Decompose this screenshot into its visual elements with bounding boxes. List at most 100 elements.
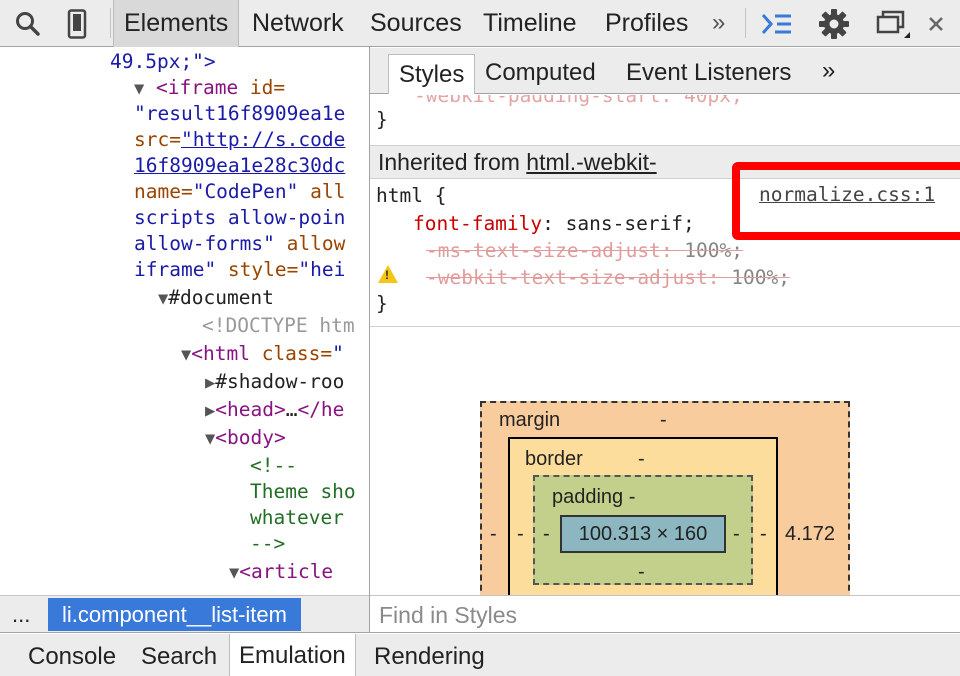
more-sidebar-tabs-chevron-icon[interactable]: » bbox=[822, 48, 835, 94]
attr-name: allow bbox=[274, 232, 346, 255]
tab-profiles[interactable]: Profiles bbox=[605, 0, 688, 47]
box-model-content[interactable]: 100.313 × 160 bbox=[560, 515, 726, 553]
tab-console[interactable]: Console bbox=[28, 634, 116, 676]
drawer-tabs: Console Search Emulation Rendering bbox=[0, 634, 960, 676]
tab-search[interactable]: Search bbox=[141, 634, 217, 676]
border-right-value[interactable]: - bbox=[760, 523, 767, 546]
tab-computed[interactable]: Computed bbox=[485, 48, 596, 94]
property-name[interactable]: font-family bbox=[413, 212, 542, 235]
gear-icon[interactable] bbox=[816, 0, 852, 47]
style-property[interactable]: -webkit-padding-start: 40px; bbox=[414, 95, 743, 109]
dom-line[interactable]: ▼ <iframe id= bbox=[134, 75, 285, 101]
comment-text: whatever bbox=[250, 506, 344, 529]
margin-label: margin bbox=[499, 409, 561, 431]
tag-name: <head> bbox=[215, 398, 286, 421]
padding-bottom-value[interactable]: - bbox=[638, 561, 645, 584]
tab-styles[interactable]: Styles bbox=[388, 54, 476, 94]
dom-line[interactable]: ▼<html class=" bbox=[181, 341, 344, 367]
dom-line[interactable]: name="CodePen" all bbox=[134, 179, 345, 205]
dom-tree: 49.5px;"> ▼ <iframe id= "result16f8909ea… bbox=[0, 48, 369, 595]
dom-line[interactable]: 49.5px;"> bbox=[110, 49, 216, 75]
dom-line[interactable]: allow-forms" allow bbox=[134, 231, 345, 257]
tab-network[interactable]: Network bbox=[252, 0, 344, 47]
property-value[interactable]: 100%; bbox=[684, 239, 743, 262]
margin-top-value[interactable]: - bbox=[660, 409, 667, 432]
more-tabs-chevron-icon[interactable]: » bbox=[712, 0, 725, 47]
search-icon[interactable] bbox=[12, 0, 44, 47]
dom-line[interactable]: src="http://s.code bbox=[134, 127, 345, 153]
dom-line[interactable]: Theme sho bbox=[250, 479, 356, 505]
dom-line[interactable]: ▶<head>…</he bbox=[205, 397, 344, 423]
dom-line[interactable]: ▶#shadow-roo bbox=[205, 369, 344, 395]
property-value[interactable]: 100%; bbox=[731, 266, 790, 289]
border-top-value[interactable]: - bbox=[638, 448, 645, 471]
tab-event-listeners[interactable]: Event Listeners bbox=[626, 48, 791, 94]
attr-value: "CodePen" bbox=[192, 180, 299, 203]
attr-name: style= bbox=[216, 258, 299, 281]
dom-line[interactable]: 16f8909ea1e28c30dc bbox=[134, 153, 345, 179]
breadcrumb-selected-item[interactable]: li.component__list-item bbox=[48, 598, 301, 631]
divider bbox=[370, 326, 960, 327]
dom-line[interactable]: <!DOCTYPE htm bbox=[202, 313, 355, 339]
collapsed-triangle-icon[interactable]: ▶ bbox=[205, 373, 215, 393]
close-icon[interactable] bbox=[925, 0, 947, 47]
border-left-value[interactable]: - bbox=[517, 523, 524, 546]
dom-line[interactable]: ▼<body> bbox=[205, 425, 286, 451]
tag-name: <article bbox=[239, 560, 334, 583]
attr-name: id= bbox=[238, 76, 286, 99]
src-link[interactable]: "http://s.code bbox=[181, 128, 345, 151]
padding-right-value[interactable]: - bbox=[733, 523, 740, 546]
tab-timeline[interactable]: Timeline bbox=[483, 0, 577, 47]
dom-line[interactable]: <!-- bbox=[250, 453, 297, 479]
tab-rendering[interactable]: Rendering bbox=[374, 634, 485, 676]
attr-value: iframe" bbox=[134, 258, 217, 281]
attr-name: name= bbox=[134, 180, 193, 203]
dom-line[interactable]: ▼<article bbox=[229, 559, 333, 585]
expand-triangle-icon[interactable]: ▼ bbox=[158, 289, 168, 309]
src-link[interactable]: 16f8909ea1e28c30dc bbox=[134, 154, 345, 177]
expand-triangle-icon[interactable]: ▼ bbox=[229, 563, 239, 583]
inherited-link[interactable]: html.-webkit- bbox=[526, 149, 656, 175]
breadcrumb-more[interactable]: ... bbox=[12, 596, 30, 634]
expand-triangle-icon[interactable]: ▼ bbox=[134, 79, 144, 99]
rule-close-brace: } bbox=[376, 292, 388, 315]
attr-name: class= bbox=[249, 342, 333, 365]
attr-name: all bbox=[298, 180, 346, 203]
doctype-text: <!DOCTYPE htm bbox=[202, 314, 355, 337]
attr-value: scripts allow-poin bbox=[134, 206, 346, 229]
dom-line[interactable]: --> bbox=[250, 531, 285, 557]
dock-icon[interactable] bbox=[872, 0, 912, 47]
node-text: #document bbox=[168, 286, 274, 309]
property-value[interactable]: sans-serif; bbox=[566, 212, 695, 235]
dom-line[interactable]: scripts allow-poin bbox=[134, 205, 345, 231]
dom-line[interactable]: iframe" style="hei bbox=[134, 257, 345, 283]
expand-triangle-icon[interactable]: ▼ bbox=[181, 345, 191, 365]
attr-name: src= bbox=[134, 128, 181, 151]
margin-right-value[interactable]: 4.172 bbox=[785, 523, 835, 546]
style-property-overridden[interactable]: -webkit-text-size-adjust: 100%; bbox=[426, 265, 790, 291]
property-name[interactable]: -ms-text-size-adjust bbox=[426, 239, 661, 262]
device-mode-icon[interactable] bbox=[64, 0, 90, 47]
border-label: border bbox=[525, 448, 583, 470]
property-name[interactable]: -webkit-text-size-adjust bbox=[426, 266, 708, 289]
attr-value: allow-forms" bbox=[134, 232, 275, 255]
dom-line[interactable]: ▼#document bbox=[158, 285, 274, 311]
tag-name: <html bbox=[191, 342, 250, 365]
tag-name: </he bbox=[297, 398, 345, 421]
tab-sources[interactable]: Sources bbox=[370, 0, 462, 47]
margin-left-value[interactable]: - bbox=[490, 523, 497, 546]
padding-left-value[interactable]: - bbox=[543, 523, 550, 546]
tab-elements[interactable]: Elements bbox=[113, 0, 240, 47]
find-in-styles-input[interactable]: Find in Styles bbox=[370, 595, 960, 633]
dom-line[interactable]: whatever bbox=[250, 505, 344, 531]
highlight-annotation-box bbox=[732, 162, 960, 240]
style-property[interactable]: font-family: sans-serif; bbox=[413, 211, 695, 237]
expand-triangle-icon[interactable]: ▼ bbox=[205, 429, 215, 449]
style-property-overridden[interactable]: -ms-text-size-adjust: 100%; bbox=[426, 238, 743, 264]
node-text: #shadow-roo bbox=[215, 370, 345, 393]
tab-emulation[interactable]: Emulation bbox=[229, 634, 356, 676]
collapsed-triangle-icon[interactable]: ▶ bbox=[205, 401, 215, 421]
rule-selector[interactable]: html { bbox=[376, 183, 446, 209]
console-toggle-icon[interactable] bbox=[760, 0, 794, 47]
dom-line[interactable]: "result16f8909ea1e bbox=[134, 101, 345, 127]
